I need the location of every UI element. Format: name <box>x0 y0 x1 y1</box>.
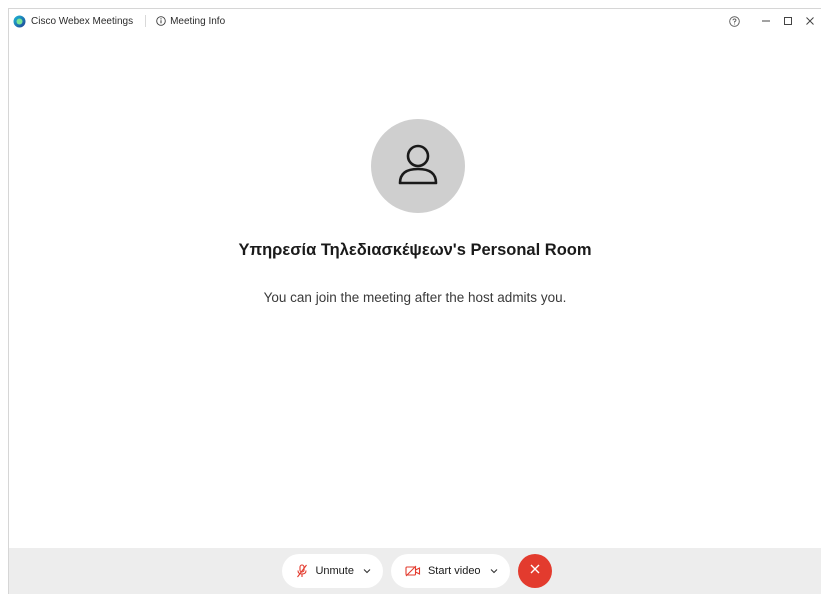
room-title: Υπηρεσία Τηλεδιασκέψεων's Personal Room <box>238 241 592 259</box>
meeting-info-label: Meeting Info <box>170 15 226 27</box>
unmute-button[interactable]: Unmute <box>282 554 383 588</box>
muted-mic-icon <box>296 564 308 578</box>
window-controls <box>723 9 821 33</box>
video-off-icon <box>405 565 421 577</box>
close-icon[interactable] <box>799 9 821 33</box>
app-name: Cisco Webex Meetings <box>31 15 134 27</box>
avatar <box>371 119 465 213</box>
meeting-info-button[interactable]: Meeting Info <box>156 16 225 27</box>
info-icon <box>156 16 166 26</box>
chevron-down-icon[interactable] <box>363 568 371 574</box>
leave-meeting-button[interactable] <box>517 554 552 588</box>
meeting-toolbar: Unmute Start video <box>9 548 821 594</box>
start-video-label: Start video <box>427 565 481 577</box>
title-bar: Cisco Webex Meetings Meeting Info <box>9 9 821 33</box>
help-icon[interactable] <box>723 9 745 33</box>
waiting-message: You can join the meeting after the host … <box>263 290 567 305</box>
unmute-label: Unmute <box>315 565 354 577</box>
title-divider <box>145 15 147 27</box>
close-icon <box>529 562 541 580</box>
chevron-down-icon[interactable] <box>490 568 498 574</box>
maximize-icon[interactable] <box>777 9 799 33</box>
person-icon <box>393 139 443 194</box>
webex-window: Cisco Webex Meetings Meeting Info Υπηρεσ… <box>8 8 821 594</box>
webex-logo-icon <box>13 15 26 28</box>
minimize-icon[interactable] <box>755 9 777 33</box>
start-video-button[interactable]: Start video <box>390 554 510 588</box>
